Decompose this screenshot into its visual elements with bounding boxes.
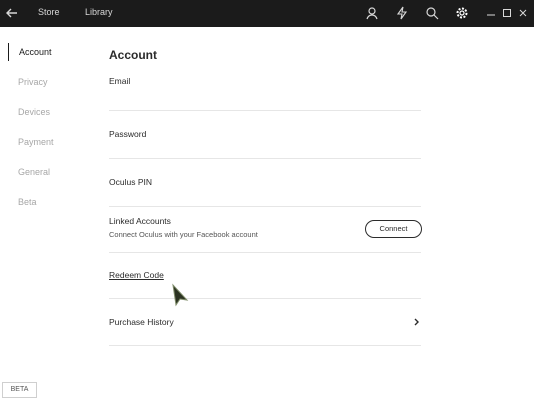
sidebar-item-account[interactable]: Account	[8, 43, 99, 61]
back-arrow-icon[interactable]	[3, 4, 21, 22]
close-icon[interactable]	[516, 6, 530, 20]
purchase-history-row[interactable]: Purchase History	[109, 316, 421, 346]
sidebar-item-privacy[interactable]: Privacy	[8, 73, 98, 91]
pin-label: Oculus PIN	[109, 177, 152, 187]
user-icon[interactable]	[364, 5, 380, 21]
beta-badge-button[interactable]: BETA	[2, 382, 37, 398]
linked-accounts-label: Linked Accounts	[109, 216, 171, 226]
sidebar-item-general[interactable]: General	[8, 163, 98, 181]
nav-store[interactable]: Store	[38, 7, 60, 17]
nav-library[interactable]: Library	[85, 7, 113, 17]
sidebar-item-payment[interactable]: Payment	[8, 133, 98, 151]
bolt-icon[interactable]	[394, 5, 410, 21]
settings-sidebar: Account Privacy Devices Payment General …	[0, 27, 95, 400]
page-title: Account	[109, 48, 157, 62]
mouse-cursor-icon	[172, 283, 189, 307]
top-bar: Store Library	[0, 0, 534, 27]
minimize-icon[interactable]	[484, 6, 498, 20]
email-label: Email	[109, 76, 131, 86]
password-label: Password	[109, 129, 147, 139]
sidebar-item-devices[interactable]: Devices	[8, 103, 98, 121]
pin-row[interactable]: Oculus PIN	[109, 175, 421, 207]
linked-accounts-description: Connect Oculus with your Facebook accoun…	[109, 230, 258, 239]
gear-icon[interactable]	[454, 5, 470, 21]
redeem-code-row: Redeem Code	[109, 269, 421, 299]
connect-button[interactable]: Connect	[365, 220, 422, 238]
search-icon[interactable]	[424, 5, 440, 21]
password-row[interactable]: Password	[109, 127, 421, 159]
purchase-history-label: Purchase History	[109, 317, 174, 327]
sidebar-item-beta[interactable]: Beta	[8, 193, 98, 211]
maximize-icon[interactable]	[500, 6, 514, 20]
redeem-code-link[interactable]: Redeem Code	[109, 270, 164, 280]
chevron-right-icon[interactable]	[412, 317, 422, 327]
email-row[interactable]: Email	[109, 73, 421, 111]
